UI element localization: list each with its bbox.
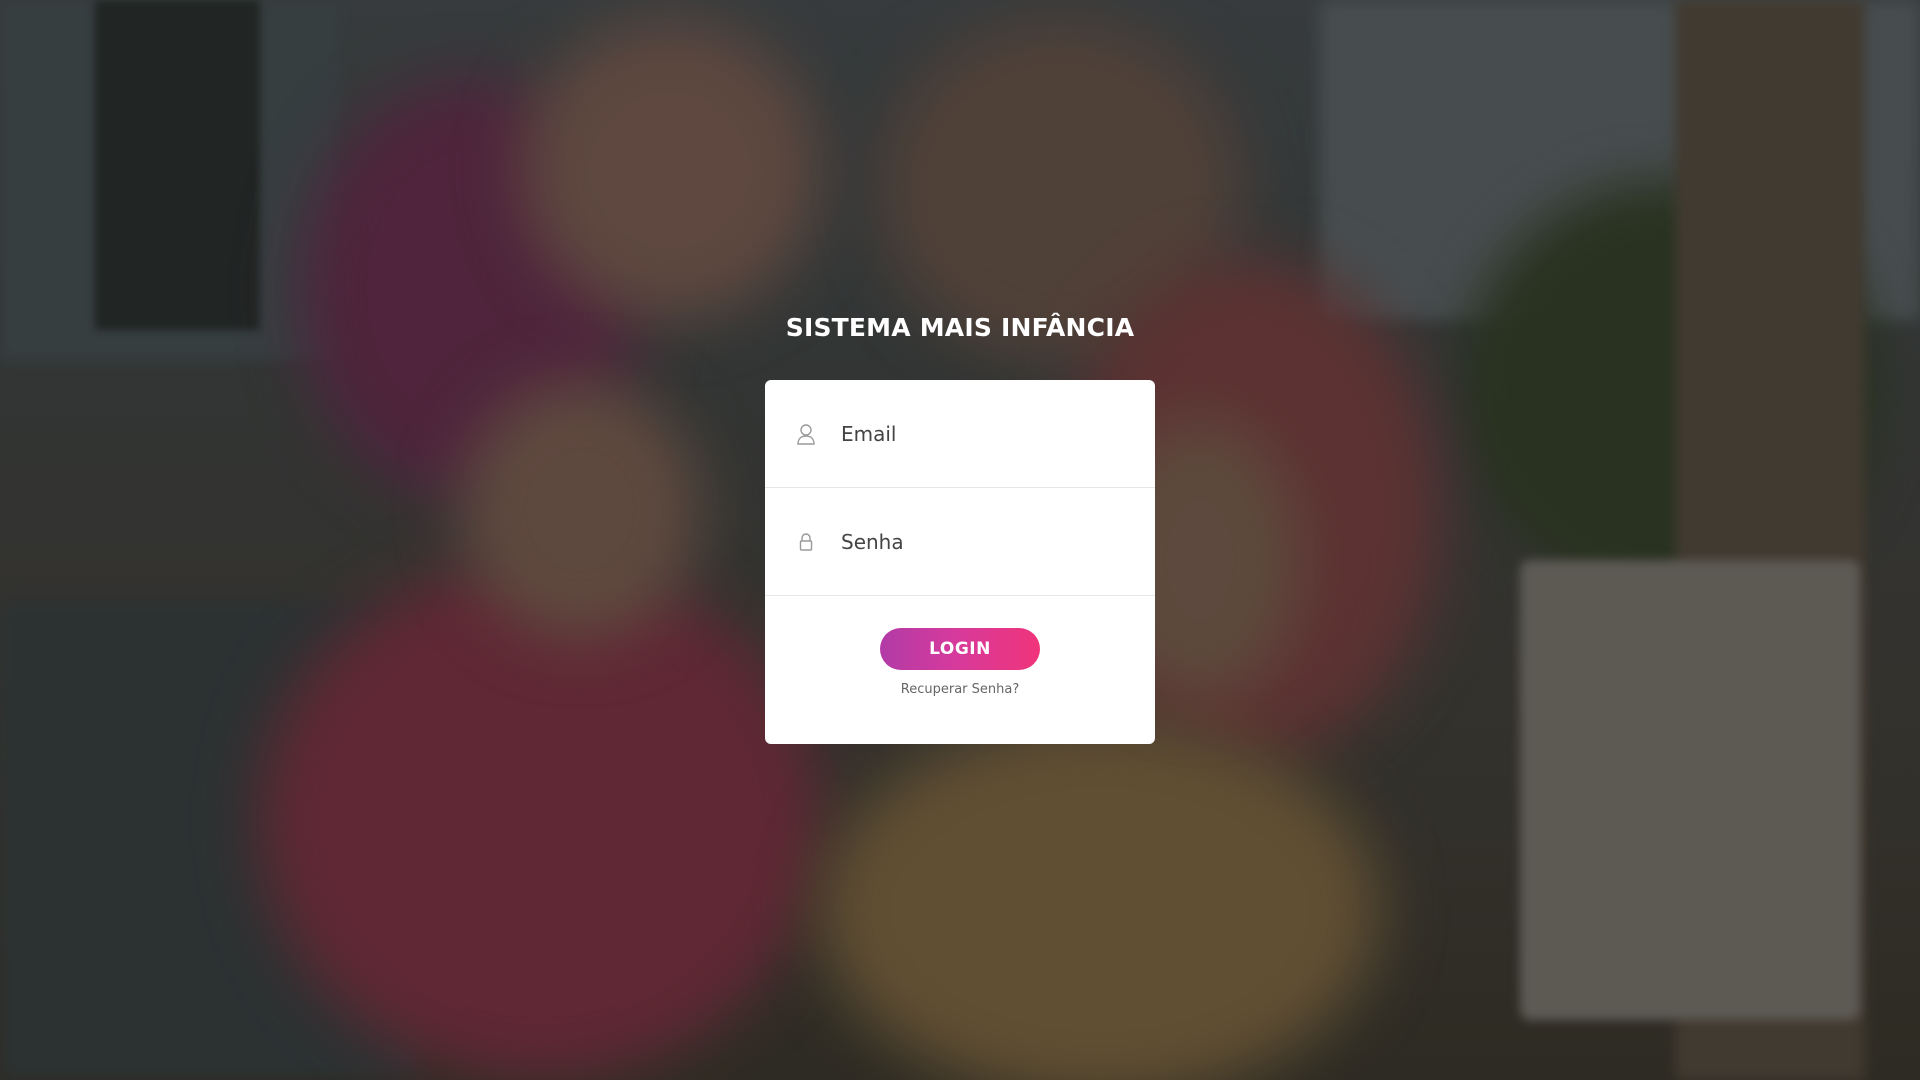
login-panel: SISTEMA MAIS INFÂNCIA LOGIN Recuper [765, 300, 1155, 744]
login-button[interactable]: LOGIN [880, 628, 1040, 670]
login-actions: LOGIN Recuperar Senha? [765, 596, 1155, 697]
login-card: LOGIN Recuperar Senha? [765, 380, 1155, 744]
app-title: SISTEMA MAIS INFÂNCIA [785, 313, 1135, 342]
lock-icon [795, 531, 817, 553]
password-row [765, 488, 1155, 596]
forgot-password-link[interactable]: Recuperar Senha? [901, 682, 1019, 697]
email-row [765, 380, 1155, 488]
user-icon [795, 423, 817, 445]
password-field[interactable] [841, 529, 1111, 554]
email-field[interactable] [841, 421, 1111, 446]
